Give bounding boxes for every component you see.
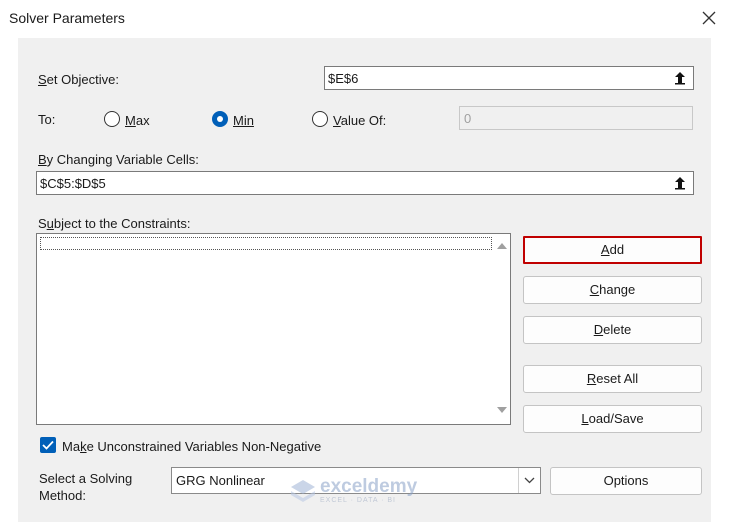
objective-input[interactable]: $E$6: [324, 66, 694, 90]
to-label: To:: [38, 112, 56, 127]
nonnegative-label[interactable]: Make Unconstrained Variables Non-Negativ…: [62, 439, 321, 454]
checkmark-icon: [42, 440, 54, 450]
watermark-logo: exceldemy EXCEL · DATA · BI: [290, 477, 417, 504]
constraints-label: Subject to the Constraints:: [38, 216, 191, 231]
chevron-down-icon: [524, 477, 535, 484]
scroll-up-icon: [497, 242, 507, 249]
options-button[interactable]: Options: [550, 467, 702, 495]
collapse-arrow-icon: [675, 72, 685, 85]
scroll-down-icon: [497, 406, 507, 413]
add-button[interactable]: Add: [523, 236, 702, 264]
dialog-panel: Set Objective: $E$6 To: Max Min Value Of…: [18, 38, 711, 522]
change-button[interactable]: Change: [523, 276, 702, 304]
delete-button[interactable]: Delete: [523, 316, 702, 344]
close-button[interactable]: [694, 4, 724, 32]
title-bar: Solver Parameters: [0, 0, 729, 38]
value-of-radio[interactable]: [312, 111, 328, 127]
max-radio[interactable]: [104, 111, 120, 127]
scroll-up-button[interactable]: [496, 239, 508, 251]
watermark-tagline: EXCEL · DATA · BI: [320, 497, 396, 504]
watermark-brand: exceldemy: [320, 476, 418, 497]
constraints-list[interactable]: [36, 233, 511, 425]
objective-collapse-button[interactable]: [668, 67, 692, 89]
collapse-arrow-icon: [675, 177, 685, 190]
window-title: Solver Parameters: [9, 10, 125, 26]
value-of-input[interactable]: 0: [459, 106, 693, 130]
load-save-button[interactable]: Load/Save: [523, 405, 702, 433]
value-of-radio-label[interactable]: Value Of:: [333, 113, 386, 128]
method-label-line1: Select a Solving: [39, 471, 133, 486]
objective-label: Set Objective:: [38, 72, 119, 87]
scroll-down-button[interactable]: [496, 404, 508, 416]
changing-cells-label: By Changing Variable Cells:: [38, 152, 199, 167]
method-label-line2: Method:: [39, 488, 86, 503]
exceldemy-logo-icon: [291, 479, 315, 502]
close-icon: [702, 11, 716, 25]
min-radio[interactable]: [212, 111, 228, 127]
changing-cells-input[interactable]: $C$5:$D$5: [36, 171, 694, 195]
reset-all-button[interactable]: Reset All: [523, 365, 702, 393]
min-radio-label[interactable]: Min: [233, 113, 254, 128]
nonnegative-checkbox[interactable]: [40, 437, 56, 453]
max-radio-label[interactable]: Max: [125, 113, 150, 128]
dropdown-button[interactable]: [518, 468, 540, 493]
solving-method-value: GRG Nonlinear: [176, 473, 265, 488]
changing-cells-collapse-button[interactable]: [668, 172, 692, 194]
list-focus-row: [40, 237, 492, 250]
